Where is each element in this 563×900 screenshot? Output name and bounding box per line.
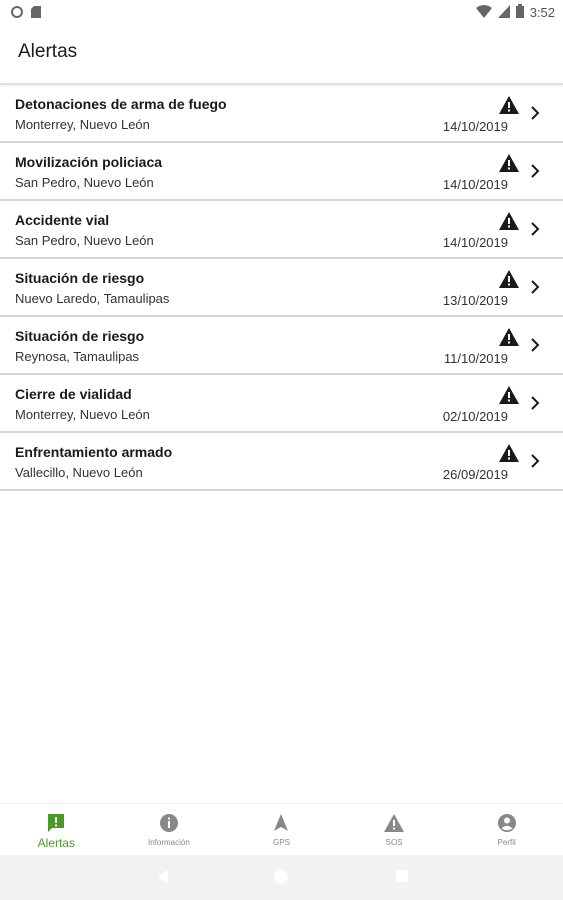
nav-item-gps[interactable]: GPS — [225, 804, 338, 856]
alert-row[interactable]: Movilización policiaca San Pedro, Nuevo … — [0, 143, 563, 201]
back-icon[interactable] — [156, 869, 170, 885]
alert-date: 14/10/2019 — [442, 119, 508, 134]
nav-item-alertas[interactable]: Alertas — [0, 804, 113, 856]
alert-location: Monterrey, Nuevo León — [15, 117, 150, 132]
alert-row[interactable]: Situación de riesgo Reynosa, Tamaulipas … — [0, 317, 563, 375]
system-navigation-bar — [0, 855, 563, 900]
alert-title: Detonaciones de arma de fuego — [15, 96, 227, 112]
warning-icon — [499, 386, 519, 404]
chevron-right-icon — [531, 338, 540, 352]
chevron-right-icon — [531, 454, 540, 468]
warning-icon — [499, 270, 519, 288]
warning-icon — [499, 444, 519, 462]
alert-row[interactable]: Detonaciones de arma de fuego Monterrey,… — [0, 85, 563, 143]
status-time: 3:52 — [529, 5, 555, 20]
alert-location: Vallecillo, Nuevo León — [15, 465, 143, 480]
alert-message-icon — [48, 814, 65, 832]
notification-circle-icon — [11, 5, 23, 23]
account-circle-icon — [497, 814, 516, 832]
info-icon — [159, 814, 178, 832]
alert-date: 13/10/2019 — [442, 293, 508, 308]
navigation-arrow-icon — [274, 814, 289, 831]
nav-label: GPS — [273, 838, 290, 847]
warning-icon — [499, 328, 519, 346]
alert-row[interactable]: Situación de riesgo Nuevo Laredo, Tamaul… — [0, 259, 563, 317]
nav-label: Perfil — [497, 838, 516, 847]
nav-label: Alertas — [37, 836, 75, 850]
chevron-right-icon — [531, 280, 540, 294]
alert-date: 02/10/2019 — [442, 409, 508, 424]
nav-label: Información — [147, 838, 190, 847]
warning-icon — [384, 814, 405, 832]
alert-list: Detonaciones de arma de fuego Monterrey,… — [0, 85, 563, 491]
alert-title: Enfrentamiento armado — [15, 444, 173, 460]
app-bar: Alertas — [0, 24, 563, 85]
bottom-navigation: Alertas Información GPS SOS Perfil — [0, 803, 563, 856]
battery-icon — [515, 4, 524, 21]
alert-location: Monterrey, Nuevo León — [15, 407, 150, 422]
alert-date: 26/09/2019 — [442, 467, 508, 482]
alert-location: San Pedro, Nuevo León — [15, 175, 154, 190]
nav-item-informacion[interactable]: Información — [113, 804, 226, 856]
nav-item-sos[interactable]: SOS — [338, 804, 451, 856]
alert-location: Reynosa, Tamaulipas — [15, 349, 140, 364]
alert-date: 14/10/2019 — [442, 235, 508, 250]
alert-title: Accidente vial — [15, 212, 110, 228]
alert-title: Situación de riesgo — [15, 328, 145, 344]
chevron-right-icon — [531, 396, 540, 410]
cell-signal-icon — [497, 4, 510, 21]
alert-date: 14/10/2019 — [442, 177, 508, 192]
alert-title: Cierre de vialidad — [15, 386, 132, 402]
warning-icon — [499, 96, 519, 114]
alert-row[interactable]: Accidente vial San Pedro, Nuevo León 14/… — [0, 201, 563, 259]
wifi-icon — [475, 4, 492, 21]
page-title: Alertas — [18, 41, 78, 62]
alert-title: Situación de riesgo — [15, 270, 145, 286]
home-icon[interactable] — [273, 869, 289, 885]
chevron-right-icon — [531, 164, 540, 178]
alert-title: Movilización policiaca — [15, 154, 163, 170]
status-bar: 3:52 — [0, 0, 563, 24]
nav-item-perfil[interactable]: Perfil — [450, 804, 563, 856]
warning-icon — [499, 212, 519, 230]
alert-date: 11/10/2019 — [443, 351, 508, 366]
nav-label: SOS — [385, 838, 403, 847]
alert-location: Nuevo Laredo, Tamaulipas — [15, 291, 170, 306]
chevron-right-icon — [531, 222, 540, 236]
recents-icon[interactable] — [395, 869, 409, 883]
chevron-right-icon — [531, 106, 540, 120]
sim-card-icon — [31, 5, 41, 23]
alert-location: San Pedro, Nuevo León — [15, 233, 154, 248]
alert-row[interactable]: Cierre de vialidad Monterrey, Nuevo León… — [0, 375, 563, 433]
alert-row[interactable]: Enfrentamiento armado Vallecillo, Nuevo … — [0, 433, 563, 491]
warning-icon — [499, 154, 519, 172]
